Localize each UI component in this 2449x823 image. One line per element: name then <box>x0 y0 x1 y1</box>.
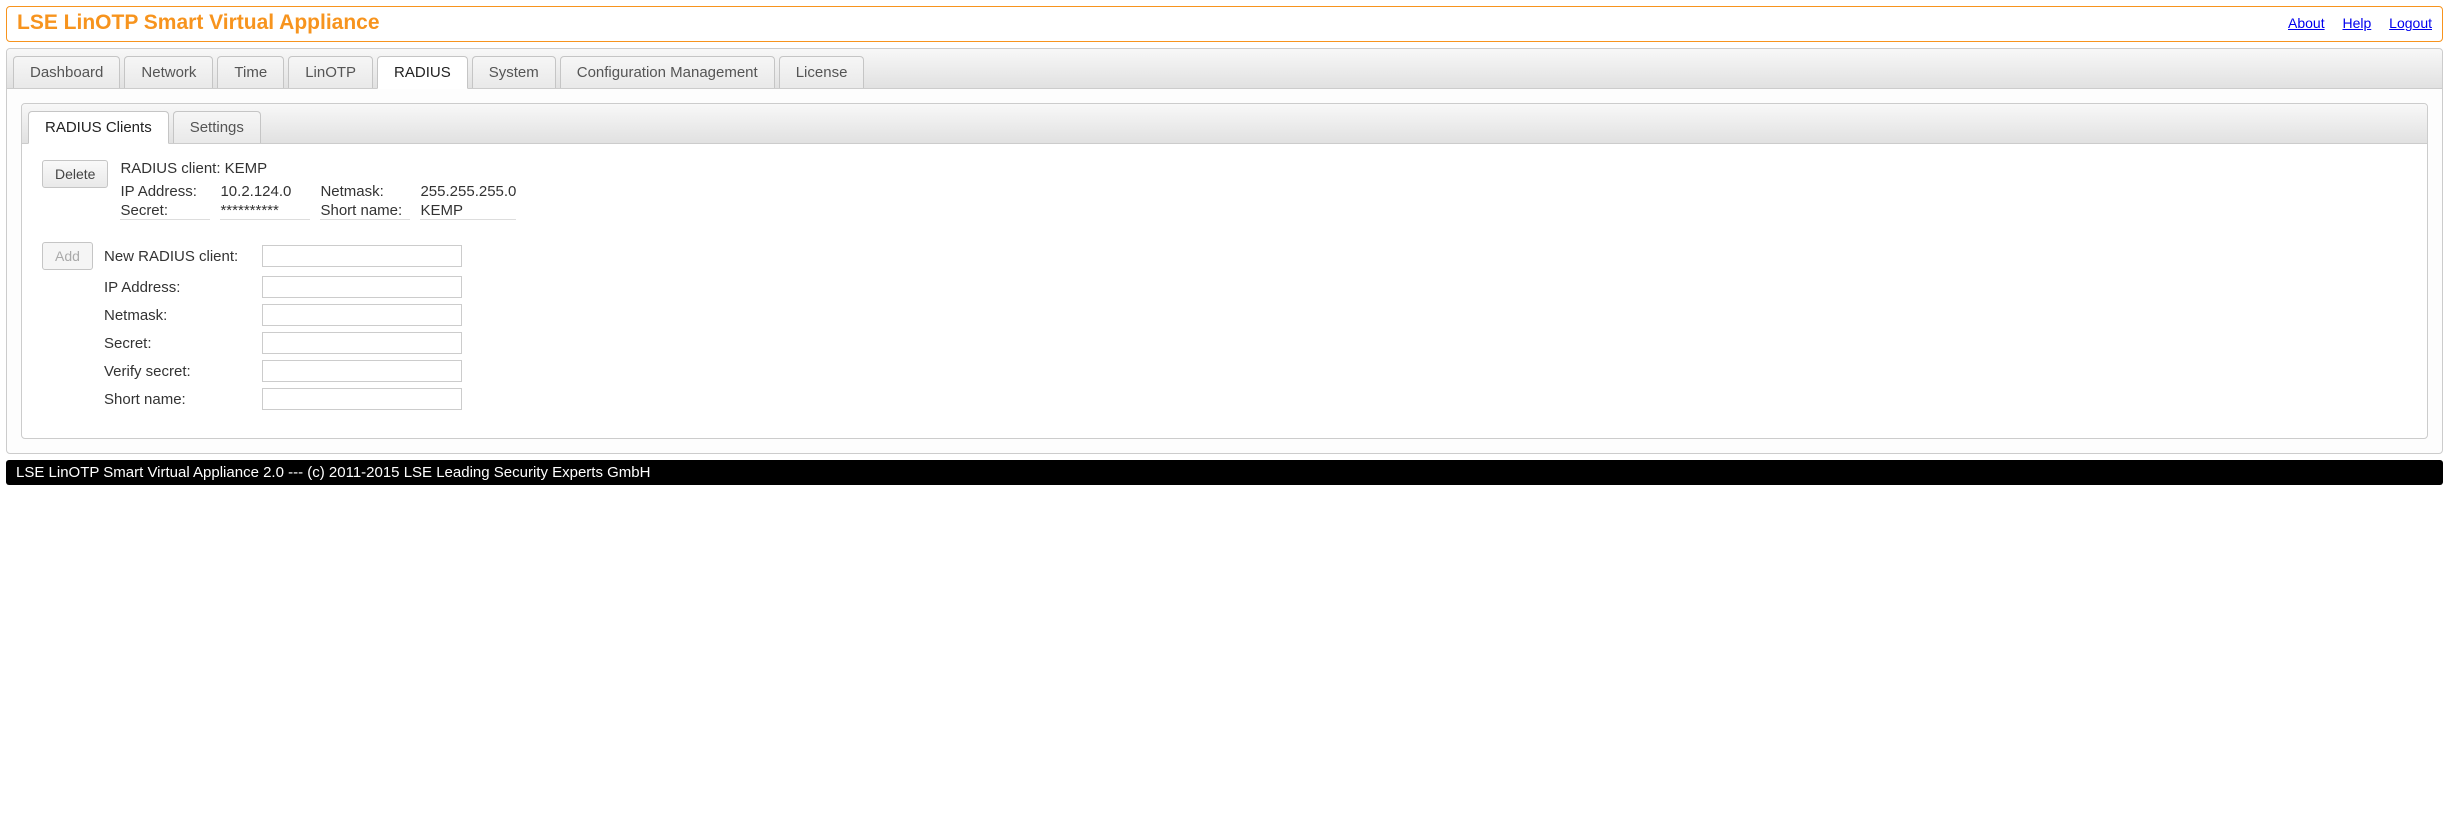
new-client-name-input[interactable] <box>262 245 462 267</box>
form-secret-label: Secret: <box>104 335 254 352</box>
client-title-prefix: RADIUS client: <box>120 160 224 177</box>
form-netmask-label: Netmask: <box>104 307 254 324</box>
page-title: LSE LinOTP Smart Virtual Appliance <box>17 11 380 35</box>
client-title: RADIUS client: KEMP <box>120 160 516 177</box>
ip-address-input[interactable] <box>262 276 462 298</box>
client-details: IP Address: 10.2.124.0 Netmask: 255.255.… <box>120 183 516 220</box>
tab-network[interactable]: Network <box>124 56 213 88</box>
client-info: RADIUS client: KEMP IP Address: 10.2.124… <box>120 160 516 220</box>
secret-input[interactable] <box>262 332 462 354</box>
inner-tab-settings[interactable]: Settings <box>173 111 261 143</box>
client-secret-value: ********** <box>220 202 310 220</box>
tab-linotp[interactable]: LinOTP <box>288 56 373 88</box>
netmask-input[interactable] <box>262 304 462 326</box>
client-netmask-value: 255.255.255.0 <box>420 183 516 200</box>
logout-link[interactable]: Logout <box>2389 15 2432 31</box>
client-netmask-label: Netmask: <box>320 183 410 200</box>
tab-radius[interactable]: RADIUS <box>377 56 468 89</box>
new-client-form: Add New RADIUS client: IP Address: Netma… <box>42 242 2407 410</box>
header: LSE LinOTP Smart Virtual Appliance About… <box>6 6 2443 42</box>
tab-time[interactable]: Time <box>217 56 284 88</box>
form-verify-label: Verify secret: <box>104 363 254 380</box>
client-name: KEMP <box>225 160 268 177</box>
delete-button[interactable]: Delete <box>42 160 108 188</box>
tab-content: RADIUS Clients Settings Delete RADIUS cl… <box>7 89 2442 453</box>
tab-dashboard[interactable]: Dashboard <box>13 56 120 88</box>
footer: LSE LinOTP Smart Virtual Appliance 2.0 -… <box>6 460 2443 485</box>
form-shortname-label: Short name: <box>104 391 254 408</box>
client-ip-label: IP Address: <box>120 183 210 200</box>
main-tabbar: Dashboard Network Time LinOTP RADIUS Sys… <box>7 49 2442 89</box>
client-secret-label: Secret: <box>120 202 210 220</box>
client-ip-value: 10.2.124.0 <box>220 183 310 200</box>
header-links: About Help Logout <box>2274 15 2432 31</box>
inner-content: Delete RADIUS client: KEMP IP Address: 1… <box>22 144 2427 438</box>
main-panel: Dashboard Network Time LinOTP RADIUS Sys… <box>6 48 2443 454</box>
help-link[interactable]: Help <box>2342 15 2371 31</box>
tab-system[interactable]: System <box>472 56 556 88</box>
existing-client-block: Delete RADIUS client: KEMP IP Address: 1… <box>42 160 2407 220</box>
inner-tabbar: RADIUS Clients Settings <box>22 104 2427 144</box>
shortname-input[interactable] <box>262 388 462 410</box>
tab-license[interactable]: License <box>779 56 865 88</box>
form-ip-label: IP Address: <box>104 279 254 296</box>
client-shortname-value: KEMP <box>420 202 516 220</box>
new-client-label: New RADIUS client: <box>104 248 254 265</box>
tab-config-management[interactable]: Configuration Management <box>560 56 775 88</box>
client-shortname-label: Short name: <box>320 202 410 220</box>
about-link[interactable]: About <box>2288 15 2325 31</box>
verify-secret-input[interactable] <box>262 360 462 382</box>
inner-tab-radius-clients[interactable]: RADIUS Clients <box>28 111 169 144</box>
inner-panel: RADIUS Clients Settings Delete RADIUS cl… <box>21 103 2428 439</box>
add-button[interactable]: Add <box>42 242 93 270</box>
